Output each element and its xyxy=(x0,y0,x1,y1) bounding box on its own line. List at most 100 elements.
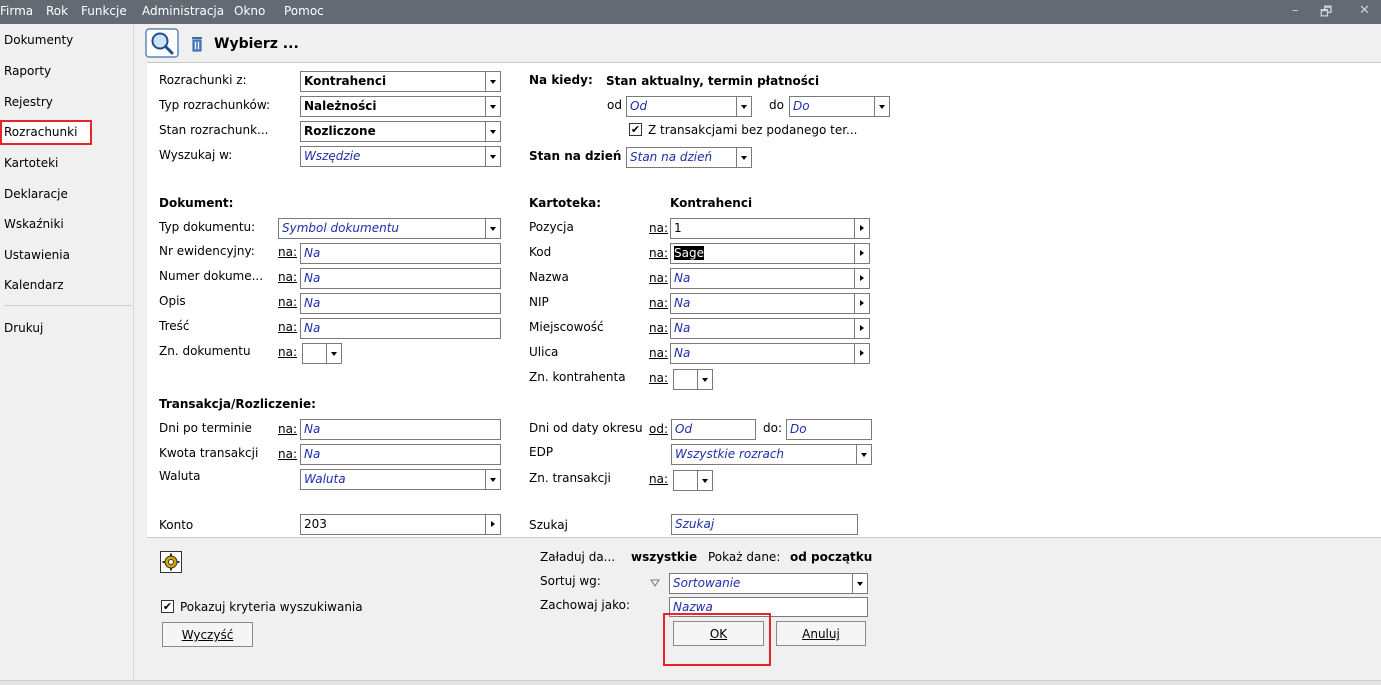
chevron-right-icon[interactable] xyxy=(854,269,869,288)
na-link[interactable]: na: xyxy=(278,245,297,259)
miejscowosc-field[interactable]: Na xyxy=(670,318,870,339)
menu-funkcje[interactable]: Funkcje xyxy=(81,4,127,18)
sidebar-item-drukuj[interactable]: Drukuj xyxy=(0,316,134,341)
rozrachunki-z-select[interactable]: Kontrahenci xyxy=(300,71,501,92)
sidebar-item-raporty[interactable]: Raporty xyxy=(0,59,134,84)
close-icon[interactable]: ✕ xyxy=(1359,3,1370,18)
chevron-right-icon[interactable] xyxy=(854,319,869,338)
chevron-right-icon[interactable] xyxy=(854,344,869,363)
tresc-input[interactable]: Na xyxy=(300,318,501,339)
nip-field[interactable]: Na xyxy=(670,293,870,314)
dni-do-input[interactable]: Do xyxy=(786,419,872,440)
chevron-right-icon[interactable] xyxy=(854,294,869,313)
dni-po-terminie-input[interactable]: Na xyxy=(300,419,501,440)
sidebar-item-rozrachunki[interactable]: Rozrachunki xyxy=(0,120,92,145)
sidebar-item-kalendarz[interactable]: Kalendarz xyxy=(0,273,134,298)
na-link[interactable]: na: xyxy=(649,296,668,310)
kod-field[interactable]: Sage xyxy=(670,243,870,264)
zn-dokumentu-select[interactable] xyxy=(302,343,342,364)
nr-ewidencyjny-input[interactable]: Na xyxy=(300,243,501,264)
bez-terminu-checkbox[interactable]: ✔ xyxy=(629,123,642,136)
na-link[interactable]: na: xyxy=(649,472,668,486)
dropdown-arrow-icon[interactable] xyxy=(485,122,500,141)
dropdown-arrow-icon[interactable] xyxy=(736,148,751,167)
sort-direction-icon[interactable] xyxy=(650,576,660,587)
na-kiedy-do-select[interactable]: Do xyxy=(789,96,890,117)
anuluj-button[interactable]: Anuluj xyxy=(776,621,866,646)
dropdown-arrow-icon[interactable] xyxy=(697,471,712,490)
konto-field[interactable]: 203 xyxy=(300,514,501,535)
na-link[interactable]: na: xyxy=(278,447,297,461)
menu-rok[interactable]: Rok xyxy=(46,4,68,18)
wyczysc-button[interactable]: Wyczyść xyxy=(162,622,253,647)
na-link[interactable]: na: xyxy=(649,246,668,260)
dropdown-arrow-icon[interactable] xyxy=(326,344,341,363)
trash-icon[interactable] xyxy=(191,36,203,52)
pozycja-field[interactable]: 1 xyxy=(670,218,870,239)
sidebar-item-dokumenty[interactable]: Dokumenty xyxy=(0,28,134,53)
na-link[interactable]: na: xyxy=(649,321,668,335)
stan-rozrachunku-select[interactable]: Rozliczone xyxy=(300,121,501,142)
sidebar-item-ustawienia[interactable]: Ustawienia xyxy=(0,243,134,268)
typ-rozrachunkow-select[interactable]: Należności xyxy=(300,96,501,117)
miejscowosc-label: Miejscowość xyxy=(529,320,604,334)
na-link[interactable]: na: xyxy=(278,320,297,334)
menu-pomoc[interactable]: Pomoc xyxy=(284,4,324,18)
dropdown-arrow-icon[interactable] xyxy=(736,97,751,116)
sidebar-item-deklaracje[interactable]: Deklaracje xyxy=(0,182,134,207)
pokaz-dane-value[interactable]: od początku xyxy=(790,550,872,564)
na-link[interactable]: na: xyxy=(649,371,668,385)
chevron-right-icon[interactable] xyxy=(854,219,869,238)
typ-dokumentu-select[interactable]: Symbol dokumentu xyxy=(278,218,501,239)
na-link[interactable]: na: xyxy=(278,345,297,359)
minimize-icon[interactable]: – xyxy=(1292,3,1299,18)
na-kiedy-od-select[interactable]: Od xyxy=(626,96,752,117)
dropdown-arrow-icon[interactable] xyxy=(856,445,871,464)
sortowanie-select[interactable]: Sortowanie xyxy=(669,573,868,594)
edp-select[interactable]: Wszystkie rozrach xyxy=(671,444,872,465)
dropdown-arrow-icon[interactable] xyxy=(485,97,500,116)
sidebar-item-wskazniki[interactable]: Wskaźniki xyxy=(0,212,134,237)
restore-icon[interactable]: 🗗 xyxy=(1320,3,1332,25)
menu-administracja[interactable]: Administracja xyxy=(142,4,224,18)
sidebar-item-rejestry[interactable]: Rejestry xyxy=(0,90,134,115)
typ-dokumentu-value: Symbol dokumentu xyxy=(282,221,400,235)
kwota-transakcji-input[interactable]: Na xyxy=(300,444,501,465)
na-link[interactable]: na: xyxy=(278,295,297,309)
numer-dokumentu-input[interactable]: Na xyxy=(300,268,501,289)
zn-kontrahenta-select[interactable] xyxy=(673,369,713,390)
stan-na-dzien-select[interactable]: Stan na dzień xyxy=(626,147,752,168)
menu-firma[interactable]: Firma xyxy=(0,4,33,18)
pokazuj-kryteria-checkbox[interactable]: ✔ xyxy=(161,600,174,613)
dropdown-arrow-icon[interactable] xyxy=(485,470,500,489)
zaladuj-value[interactable]: wszystkie xyxy=(631,550,697,564)
wyszukaj-w-select[interactable]: Wszędzie xyxy=(300,146,501,167)
dropdown-arrow-icon[interactable] xyxy=(852,574,867,593)
na-link[interactable]: na: xyxy=(649,346,668,360)
na-link[interactable]: na: xyxy=(649,221,668,235)
opis-input[interactable]: Na xyxy=(300,293,501,314)
na-link[interactable]: na: xyxy=(278,270,297,284)
dropdown-arrow-icon[interactable] xyxy=(874,97,889,116)
waluta-select[interactable]: Waluta xyxy=(300,469,501,490)
chevron-right-icon[interactable] xyxy=(854,244,869,263)
na-link[interactable]: na: xyxy=(649,271,668,285)
settings-gear-icon[interactable] xyxy=(160,551,182,573)
dropdown-arrow-icon[interactable] xyxy=(485,147,500,166)
dropdown-arrow-icon[interactable] xyxy=(485,219,500,238)
dropdown-arrow-icon[interactable] xyxy=(697,370,712,389)
chevron-right-icon[interactable] xyxy=(485,515,500,534)
zn-transakcji-select[interactable] xyxy=(673,470,713,491)
dropdown-arrow-icon[interactable] xyxy=(485,72,500,91)
magnifier-icon xyxy=(145,28,179,58)
menu-okno[interactable]: Okno xyxy=(234,4,265,18)
sidebar-item-kartoteki[interactable]: Kartoteki xyxy=(0,151,134,176)
nazwa-field[interactable]: Na xyxy=(670,268,870,289)
ulica-field[interactable]: Na xyxy=(670,343,870,364)
od-link[interactable]: od: xyxy=(649,422,668,436)
szukaj-input[interactable]: Szukaj xyxy=(671,514,858,535)
na-link[interactable]: na: xyxy=(278,422,297,436)
szukaj-label: Szukaj xyxy=(529,518,568,532)
dni-od-input[interactable]: Od xyxy=(671,419,756,440)
zachowaj-jako-label: Zachowaj jako: xyxy=(540,598,631,612)
